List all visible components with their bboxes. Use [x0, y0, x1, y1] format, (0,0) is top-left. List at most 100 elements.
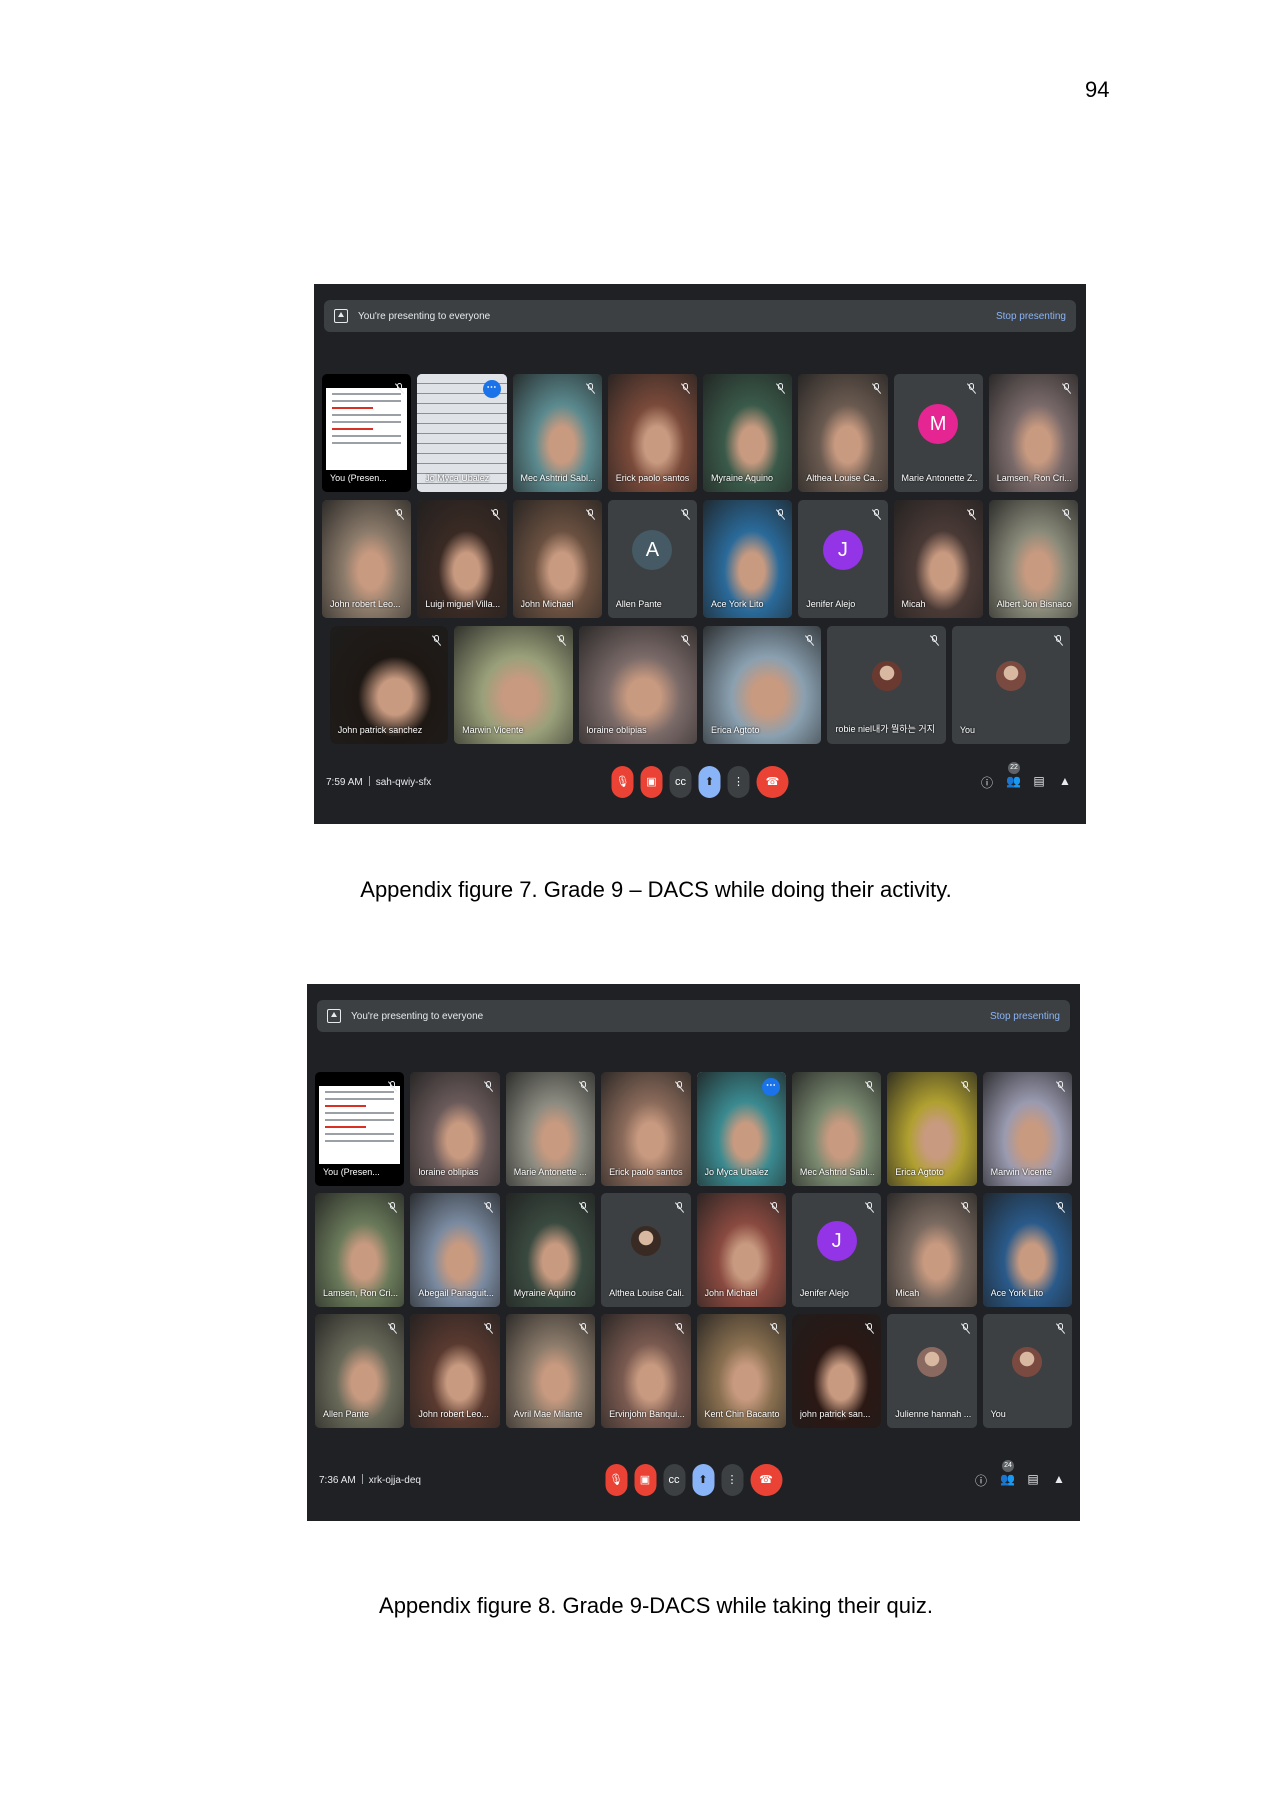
participant-tile[interactable]: Micah — [887, 1193, 977, 1307]
participant-tile[interactable]: Mec Ashtrid Sabl... — [512, 374, 602, 492]
participant-tile[interactable]: Althea Louise Cali... — [601, 1193, 691, 1307]
stop-presenting-button[interactable]: Stop presenting — [996, 311, 1066, 322]
chat-icon[interactable]: ▤ — [1032, 774, 1046, 791]
participant-name: Luigi miguel Villa... — [425, 599, 501, 609]
leave-call-button[interactable]: ☎ — [750, 1464, 782, 1496]
side-panel-icons: ⓘ 👥 24 ▤ ▲ — [974, 1460, 1066, 1489]
participant-tile[interactable]: Myraine Aquino — [703, 374, 793, 492]
participant-tile[interactable]: Abegail Panaguit... — [410, 1193, 500, 1307]
participant-tile[interactable]: Avril Mae Milante — [505, 1314, 596, 1428]
more-options-button[interactable]: ⋮ — [721, 1464, 743, 1496]
meet-screenshot-1: You're presenting to everyone Stop prese… — [314, 284, 1086, 824]
participant-tile[interactable]: Marie Antonette ... — [505, 1072, 596, 1186]
mic-muted-icon — [491, 509, 500, 520]
captions-button[interactable]: cc — [669, 766, 692, 798]
participant-name: robie niel내가 뭘하는 거지 — [835, 724, 935, 734]
participant-tile[interactable]: Ervinjohn Banqui... — [601, 1314, 691, 1428]
more-options-icon[interactable]: ⋯ — [482, 380, 501, 398]
figure-caption-7: Appendix figure 7. Grade 9 – DACS while … — [360, 877, 952, 902]
participant-tile[interactable]: loraine oblipias — [410, 1072, 500, 1186]
participant-tile[interactable]: ⋯ Jo Myca Ubalez — [696, 1072, 786, 1186]
participant-name: Ace York Lito — [711, 599, 764, 609]
participant-tile[interactable]: john patrick san... — [791, 1314, 882, 1428]
participant-name: You — [959, 725, 976, 735]
participant-avatar — [871, 660, 902, 691]
participant-tile[interactable]: Althea Louise Ca... — [798, 374, 888, 492]
mic-muted-icon — [865, 1323, 874, 1334]
people-icon[interactable]: 👥 24 — [1000, 1460, 1015, 1489]
participant-tile[interactable]: You — [982, 1314, 1072, 1428]
mic-off-button[interactable]: 🎙 — [605, 1464, 627, 1496]
participant-tile[interactable]: John robert Leo... — [322, 500, 412, 618]
participant-tile[interactable]: Julienne hannah ... — [887, 1314, 977, 1428]
participant-tile[interactable]: ⋯ Jo Myca Ubalez — [417, 374, 507, 492]
mic-muted-icon — [681, 509, 690, 520]
participant-tile[interactable]: Marwin Vicente — [454, 626, 573, 744]
leave-call-button[interactable]: ☎ — [756, 766, 789, 798]
participant-name: Julienne hannah ... — [895, 1409, 971, 1419]
mic-muted-icon — [872, 509, 881, 520]
people-icon[interactable]: 👥 22 — [1006, 762, 1021, 791]
participant-tile[interactable]: J Jenifer Alejo — [798, 500, 888, 618]
participant-tile[interactable]: Marwin Vicente — [982, 1072, 1072, 1186]
mic-muted-icon — [1056, 1202, 1065, 1213]
captions-button[interactable]: cc — [663, 1464, 685, 1496]
mic-muted-icon — [484, 1202, 493, 1213]
participant-tile[interactable]: Luigi miguel Villa... — [417, 500, 507, 618]
participant-tile[interactable]: Allen Pante — [315, 1314, 405, 1428]
participant-name: Micah — [895, 1288, 920, 1298]
participant-tile[interactable]: loraine oblipias — [578, 626, 697, 744]
participant-tile[interactable]: Albert Jon Bisnaco — [988, 500, 1078, 618]
participant-tile[interactable]: You — [951, 626, 1071, 744]
mic-muted-icon — [579, 1081, 588, 1092]
participant-tile[interactable]: robie niel내가 뭘하는 거지 — [827, 626, 946, 744]
activities-icon[interactable]: ▲ — [1052, 1472, 1066, 1489]
present-button[interactable]: ⬆ — [692, 1464, 714, 1496]
participant-name: Myraine Aquino — [711, 473, 774, 483]
participant-tile[interactable]: J Jenifer Alejo — [791, 1193, 882, 1307]
chat-icon[interactable]: ▤ — [1026, 1472, 1040, 1489]
participant-tile[interactable]: Erick paolo santos — [607, 374, 697, 492]
participant-tile[interactable]: Lamsen, Ron Cri... — [988, 374, 1078, 492]
mic-muted-icon — [1062, 383, 1071, 394]
participant-tile[interactable]: John Michael — [696, 1193, 786, 1307]
participant-tile[interactable]: Kent Chin Bacanto — [696, 1314, 786, 1428]
present-button[interactable]: ⬆ — [698, 766, 721, 798]
meet-bottom-bar: 7:36 AM xrk-ojja-deq 🎙 ▣ cc ⬆ ⋮ ☎ ⓘ 👥 24 ▤… — [317, 1460, 1070, 1502]
participant-tile[interactable]: Erick paolo santos — [601, 1072, 691, 1186]
camera-off-button[interactable]: ▣ — [634, 1464, 656, 1496]
participant-tile[interactable]: Ace York Lito — [982, 1193, 1072, 1307]
participant-tile[interactable]: Myraine Aquino — [505, 1193, 596, 1307]
participant-tile[interactable]: You (Presen... — [315, 1072, 405, 1186]
meeting-code: xrk-ojja-deq — [368, 1475, 421, 1486]
shared-screen-thumbnail — [319, 1086, 401, 1164]
participant-row: John patrick sanchez Marwin Vicente lorain… — [322, 626, 1078, 744]
info-icon[interactable]: ⓘ — [974, 1472, 988, 1489]
participant-tile[interactable]: A Allen Pante — [607, 500, 697, 618]
participant-name: John patrick sanchez — [337, 725, 423, 735]
mic-muted-icon — [579, 1202, 588, 1213]
stop-presenting-button[interactable]: Stop presenting — [990, 1011, 1060, 1022]
participant-tile[interactable]: Micah — [893, 500, 983, 618]
participant-tile[interactable]: Mec Ashtrid Sabl... — [791, 1072, 882, 1186]
activities-icon[interactable]: ▲ — [1058, 774, 1072, 791]
mic-muted-icon — [1056, 1323, 1065, 1334]
participant-name: John Michael — [704, 1288, 758, 1298]
participant-tile[interactable]: John patrick sanchez — [329, 626, 449, 744]
mic-muted-icon — [586, 383, 595, 394]
more-options-button[interactable]: ⋮ — [727, 766, 750, 798]
participant-tile[interactable]: John robert Leo... — [410, 1314, 500, 1428]
participant-tile[interactable]: Ace York Lito — [703, 500, 793, 618]
info-icon[interactable]: ⓘ — [980, 774, 994, 791]
mic-muted-icon — [1054, 635, 1063, 646]
participant-tile[interactable]: John Michael — [512, 500, 602, 618]
camera-off-button[interactable]: ▣ — [640, 766, 663, 798]
participant-tile[interactable]: Lamsen, Ron Cri... — [315, 1193, 405, 1307]
more-options-icon[interactable]: ⋯ — [761, 1078, 780, 1096]
participant-tile[interactable]: Erica Agtoto — [887, 1072, 977, 1186]
mic-muted-icon — [484, 1323, 493, 1334]
participant-tile[interactable]: You (Presen... — [322, 374, 412, 492]
participant-tile[interactable]: M Marie Antonette Z... — [893, 374, 983, 492]
mic-off-button[interactable]: 🎙 — [611, 766, 634, 798]
participant-tile[interactable]: Erica Agtoto — [703, 626, 822, 744]
